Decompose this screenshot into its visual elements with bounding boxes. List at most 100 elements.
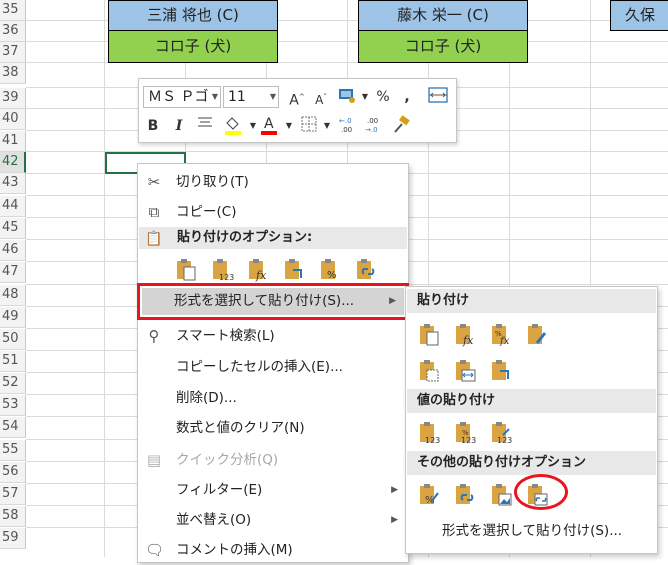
- menu-label: コピー(C): [176, 204, 237, 220]
- chevron-down-icon[interactable]: ▼: [212, 87, 218, 107]
- chevron-down-icon[interactable]: ▼: [270, 87, 276, 107]
- paste-transpose-icon[interactable]: [489, 359, 513, 383]
- paste-column-widths-icon[interactable]: [453, 359, 477, 383]
- paste-picture-icon[interactable]: [489, 483, 513, 507]
- percent-icon[interactable]: %: [373, 86, 393, 108]
- paste-link-icon[interactable]: [354, 258, 378, 282]
- menu-item-copy[interactable]: ⧉ コピー(C): [138, 197, 408, 227]
- svg-text:%: %: [327, 270, 337, 281]
- row-header[interactable]: 36: [0, 21, 26, 42]
- font-color-icon[interactable]: A: [259, 115, 279, 137]
- menu-item-insert-comment[interactable]: 🗨 コメントの挿入(M): [138, 535, 408, 565]
- menu-item-cut[interactable]: ✂ 切り取り(T): [138, 167, 408, 197]
- row-header[interactable]: 53: [0, 395, 26, 416]
- quick-analysis-icon: ▤: [146, 451, 162, 469]
- paste-transpose-icon[interactable]: [282, 258, 306, 282]
- row-header[interactable]: 48: [0, 285, 26, 306]
- chevron-down-icon[interactable]: ▼: [317, 115, 337, 137]
- row-header[interactable]: 38: [0, 63, 26, 84]
- row-header[interactable]: 43: [0, 173, 26, 194]
- paste-special-submenu: 貼り付け fx % fx 値の貼り付け 123 % 123 123 その他の貼り付け…: [405, 286, 658, 554]
- shrink-font-icon[interactable]: A˅: [311, 86, 331, 108]
- row-header[interactable]: 57: [0, 484, 26, 505]
- employee-name-cell[interactable]: 久保: [610, 0, 668, 31]
- paste-icon[interactable]: [417, 323, 441, 347]
- paste-link-icon[interactable]: [453, 483, 477, 507]
- paste-formulas-icon[interactable]: fx: [246, 258, 270, 282]
- paste-no-borders-icon[interactable]: [417, 359, 441, 383]
- row-header[interactable]: 37: [0, 42, 26, 63]
- row-header[interactable]: 54: [0, 417, 26, 438]
- mini-toolbar: ＭＳ Ｐゴ ▼ 11 ▼ A^ A˅ ▼ % , B I ▼ A ▼ ▼ ←.0.0…: [138, 78, 457, 143]
- menu-label: コメントの挿入(M): [176, 542, 293, 558]
- paste-formulas-number-format-icon[interactable]: %fx: [489, 323, 513, 347]
- decrease-decimal-icon[interactable]: .00 →.0: [363, 115, 383, 137]
- bold-icon[interactable]: B: [143, 115, 163, 137]
- font-name-box[interactable]: ＭＳ Ｐゴ ▼: [143, 86, 221, 108]
- employee-name-cell[interactable]: 三浦 将也 (C): [108, 0, 278, 31]
- row-header[interactable]: 49: [0, 307, 26, 328]
- menu-item-sort[interactable]: 並べ替え(O) ▶: [138, 505, 408, 535]
- row-header[interactable]: 50: [0, 329, 26, 350]
- borders-icon[interactable]: [299, 115, 319, 137]
- row-header[interactable]: 55: [0, 440, 26, 461]
- fill-color-icon[interactable]: [223, 115, 243, 137]
- paste-icon[interactable]: [174, 258, 198, 282]
- row-header[interactable]: 40: [0, 109, 26, 130]
- row-header[interactable]: 39: [0, 88, 26, 109]
- paste-values-icon[interactable]: 123: [210, 258, 234, 282]
- row-header[interactable]: 56: [0, 462, 26, 483]
- chevron-right-icon: ▶: [389, 296, 396, 306]
- row-header[interactable]: 59: [0, 528, 26, 549]
- employee-name-cell[interactable]: 藤木 栄一 (C): [358, 0, 528, 31]
- paste-formatting-icon[interactable]: %: [318, 258, 342, 282]
- paste-special-link[interactable]: 形式を選択して貼り付け(S)...: [442, 519, 622, 543]
- paste-section-header: 貼り付け: [407, 289, 656, 313]
- row-header[interactable]: 47: [0, 262, 26, 283]
- row-header[interactable]: 46: [0, 240, 26, 261]
- chevron-down-icon[interactable]: ▼: [279, 115, 299, 137]
- paste-values-source-format-icon[interactable]: 123: [489, 421, 513, 445]
- font-size-box[interactable]: 11 ▼: [223, 86, 279, 108]
- menu-item-delete[interactable]: 削除(D)...: [138, 383, 408, 413]
- paste-formatting-icon[interactable]: %: [417, 483, 441, 507]
- section-label: 値の貼り付け: [417, 393, 496, 408]
- menu-item-filter[interactable]: フィルター(E) ▶: [138, 475, 408, 505]
- paste-values-icon[interactable]: 123: [417, 421, 441, 445]
- row-header[interactable]: 58: [0, 506, 26, 527]
- menu-item-clear-contents[interactable]: 数式と値のクリア(N): [138, 413, 408, 443]
- row-header[interactable]: 41: [0, 131, 26, 152]
- row-header[interactable]: 52: [0, 373, 26, 394]
- paste-keep-source-format-icon[interactable]: [525, 323, 549, 347]
- font-name-value: ＭＳ Ｐゴ: [148, 89, 209, 105]
- align-center-icon[interactable]: [195, 115, 215, 137]
- paste-values-number-format-icon[interactable]: %123: [453, 421, 477, 445]
- comma-icon[interactable]: ,: [397, 86, 417, 108]
- pet-cell[interactable]: コロ子 (犬): [108, 30, 278, 63]
- row-header[interactable]: 35: [0, 0, 26, 21]
- pet-cell[interactable]: コロ子 (犬): [358, 30, 528, 63]
- number-format-icon[interactable]: [337, 86, 357, 108]
- menu-item-paste-special[interactable]: 形式を選択して貼り付け(S)... ▶: [137, 283, 409, 320]
- menu-label: フィルター(E): [176, 482, 263, 498]
- clipboard-icon: 📋: [145, 231, 163, 247]
- svg-text:.00: .00: [341, 126, 352, 134]
- row-header[interactable]: 51: [0, 351, 26, 372]
- merge-center-icon[interactable]: [428, 86, 448, 108]
- svg-text:fx: fx: [462, 334, 474, 347]
- row-header[interactable]: 45: [0, 218, 26, 239]
- paste-formulas-icon[interactable]: fx: [453, 323, 477, 347]
- row-header-selected[interactable]: 42: [0, 152, 26, 173]
- menu-label: 切り取り(T): [176, 174, 249, 190]
- comment-icon: 🗨: [145, 541, 165, 559]
- increase-decimal-icon[interactable]: ←.0.00: [337, 115, 357, 137]
- row-header[interactable]: 44: [0, 196, 26, 217]
- format-painter-icon[interactable]: [391, 115, 411, 137]
- menu-item-smart-lookup[interactable]: ⚲ スマート検索(L): [138, 321, 408, 351]
- italic-icon[interactable]: I: [169, 115, 189, 137]
- menu-item-insert-copied-cells[interactable]: コピーしたセルの挿入(E)...: [138, 352, 408, 382]
- chevron-down-icon[interactable]: ▼: [355, 86, 375, 108]
- menu-label: クイック分析(Q): [176, 452, 279, 468]
- grow-font-icon[interactable]: A^: [287, 86, 307, 109]
- menu-label: 削除(D)...: [176, 390, 237, 406]
